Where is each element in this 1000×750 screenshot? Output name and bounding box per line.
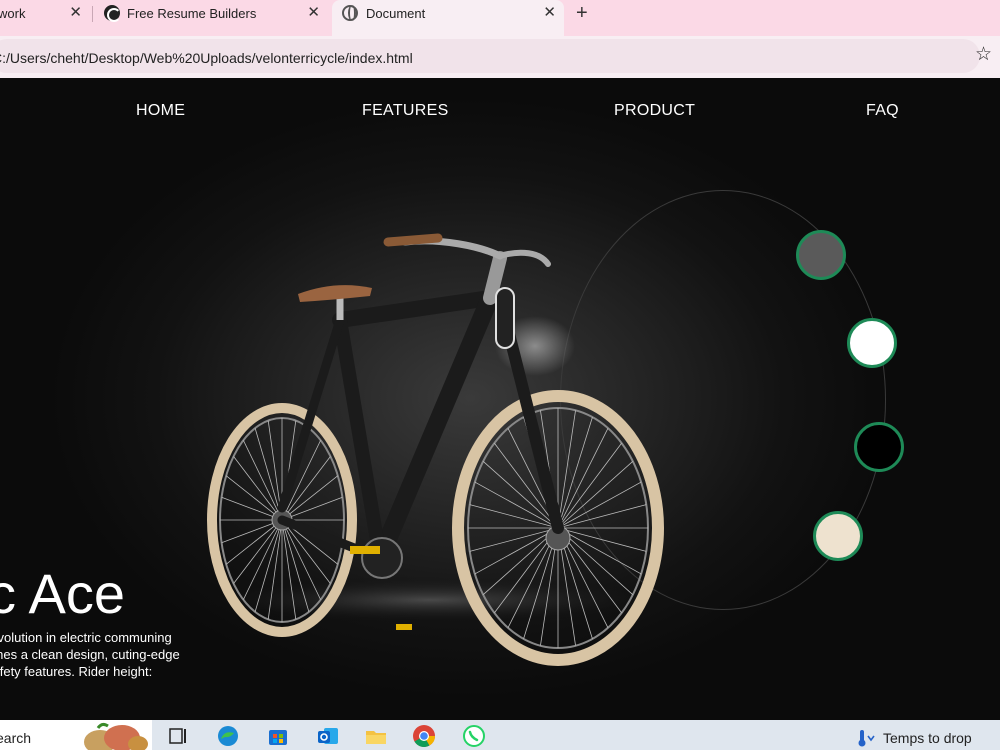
thermometer-icon [858,730,875,747]
search-placeholder: earch [0,730,32,746]
tab-document[interactable]: Document ✕ [332,0,564,36]
tab-free-resume-builders[interactable]: Free Resume Builders ✕ [96,0,328,28]
search-highlight-image [84,722,148,750]
hero-description-line: bines a clean design, cuting-edge [0,647,180,662]
color-swatch-black[interactable] [854,422,904,472]
electric-bike-image [200,233,680,666]
bookmark-star-icon[interactable]: ☆ [975,43,992,66]
tab-label: Free Resume Builders [127,6,257,21]
color-swatch-white[interactable] [847,318,897,368]
weather-widget[interactable]: Temps to drop [855,728,972,748]
address-bar: C:/Users/cheht/Desktop/Web%20Uploads/vel… [0,36,1000,78]
web-page: HOME FEATURES PRODUCT FAQ c Ace revoluti… [0,78,1000,720]
whatsapp-icon[interactable] [462,724,486,748]
color-swatch-gray[interactable] [796,230,846,280]
close-icon[interactable]: ✕ [543,5,556,20]
new-tab-plus-icon[interactable]: + [576,2,588,25]
chrome-icon[interactable] [412,724,436,748]
nav-faq[interactable]: FAQ [866,102,899,120]
store-icon[interactable] [266,724,290,748]
outlook-icon[interactable] [316,724,340,748]
edge-browser-icon[interactable] [216,724,240,748]
tab-work[interactable]: work ✕ [0,0,90,28]
hero-description-line: revolution in electric communing [0,630,172,645]
task-view-icon[interactable] [166,724,190,748]
taskbar-search-box[interactable]: earch [0,720,152,750]
tab-label: work [0,6,26,21]
file-explorer-icon[interactable] [364,724,388,748]
tab-divider [92,6,93,22]
tab-label: Document [366,6,426,21]
close-icon[interactable]: ✕ [307,5,320,20]
url-text: C:/Users/cheht/Desktop/Web%20Uploads/vel… [0,50,413,66]
tab-strip: work ✕ Free Resume Builders ✕ Document ✕… [0,0,1000,36]
hero-description: revolution in electric communing bines a… [0,629,196,680]
url-field[interactable]: C:/Users/cheht/Desktop/Web%20Uploads/vel… [0,39,980,73]
weather-text: Temps to drop [883,730,972,746]
site-favicon-icon [104,5,121,22]
nav-home[interactable]: HOME [136,102,185,120]
hero-title: c Ace [0,562,125,625]
nav-features[interactable]: FEATURES [362,102,449,120]
os-taskbar: earch [0,720,1000,750]
nav-product[interactable]: PRODUCT [614,102,695,120]
color-swatch-cream[interactable] [813,511,863,561]
close-icon[interactable]: ✕ [69,5,82,20]
hero-description-line: safety features. Rider height: [0,664,153,679]
globe-icon [342,5,358,21]
